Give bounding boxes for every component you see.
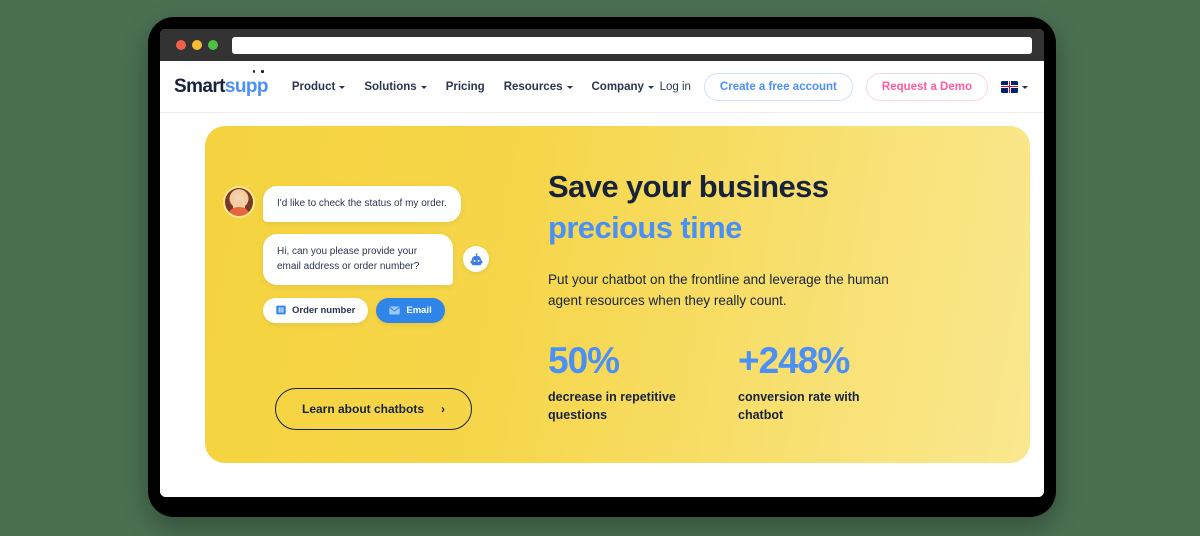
id-card-icon xyxy=(276,305,286,315)
page-title: Save your business precious time xyxy=(548,166,968,248)
header-actions: Log in Create a free account Request a D… xyxy=(660,72,1028,101)
chevron-down-icon xyxy=(339,86,346,89)
logo-text-smart: Smart xyxy=(174,75,225,97)
stat-conversion-rate: +248% conversion rate with chatbot xyxy=(738,342,928,424)
hero-copy: Save your business precious time Put you… xyxy=(548,166,968,425)
envelope-icon xyxy=(389,306,401,314)
learn-about-chatbots-button[interactable]: Learn about chatbots › xyxy=(275,388,473,430)
robot-icon xyxy=(470,252,482,265)
quick-reply-chips: Order number Email xyxy=(263,297,545,323)
chat-bubble-user: I'd like to check the status of my order… xyxy=(263,186,461,222)
chevron-right-icon: › xyxy=(441,402,446,416)
nav-item-resources[interactable]: Resources xyxy=(504,81,573,93)
minimize-window-button[interactable] xyxy=(192,40,202,50)
nav-item-company-label: Company xyxy=(591,80,644,93)
login-link[interactable]: Log in xyxy=(660,81,691,93)
stat-decrease-repetitive-questions: 50% decrease in repetitive questions xyxy=(548,342,738,424)
chevron-down-icon xyxy=(647,86,654,89)
language-selector[interactable] xyxy=(1001,80,1028,93)
chip-email-label: Email xyxy=(406,304,432,316)
maximize-window-button[interactable] xyxy=(208,40,218,50)
hero-subheadline: Put your chatbot on the frontline and le… xyxy=(548,272,889,309)
stat-value: +248% xyxy=(738,340,850,382)
request-demo-button[interactable]: Request a Demo xyxy=(865,72,988,101)
headline-line-2: precious time xyxy=(548,210,742,246)
chevron-down-icon xyxy=(420,86,427,89)
nav-item-product-label: Product xyxy=(291,80,336,93)
create-free-account-button[interactable]: Create a free account xyxy=(703,72,853,101)
nav-item-solutions[interactable]: Solutions xyxy=(364,80,427,93)
avatar xyxy=(225,188,253,216)
nav-item-company[interactable]: Company xyxy=(592,81,654,93)
cta-label: Learn about chatbots xyxy=(302,402,425,416)
close-window-button[interactable] xyxy=(176,40,186,50)
chip-email[interactable]: Email xyxy=(376,297,445,323)
nav-item-pricing-label: Pricing xyxy=(445,80,485,93)
chat-illustration: I'd like to check the status of my order… xyxy=(225,186,545,323)
nav-item-solutions-label: Solutions xyxy=(364,80,417,93)
logo-text-supp: supp xyxy=(224,70,268,97)
chat-message-bot-row: Hi, can you please provide your email ad… xyxy=(263,233,545,285)
nav-item-resources-label: Resources xyxy=(503,80,563,93)
stat-value: 50% xyxy=(548,340,620,382)
smartsupp-logo[interactable]: Smart supp xyxy=(174,70,268,98)
headline-line-1: Save your business xyxy=(548,169,829,204)
address-bar-input[interactable] xyxy=(232,36,1032,54)
hero-stats: 50% decrease in repetitive questions +24… xyxy=(548,342,968,424)
traffic-lights xyxy=(176,40,218,50)
bot-avatar xyxy=(463,246,489,272)
chat-message-user-row: I'd like to check the status of my order… xyxy=(225,186,545,222)
browser-chrome xyxy=(160,29,1044,61)
site-header: Smart supp Product Solutions Pricing Reso… xyxy=(160,61,1044,113)
uk-flag-icon xyxy=(1001,80,1018,93)
chip-order-number[interactable]: Order number xyxy=(263,297,369,323)
stat-label: decrease in repetitive questions xyxy=(548,390,676,423)
hero-card: I'd like to check the status of my order… xyxy=(205,126,1030,463)
nav-item-product[interactable]: Product xyxy=(291,80,346,93)
chip-order-number-label: Order number xyxy=(292,304,356,316)
browser-window: Smart supp Product Solutions Pricing Reso… xyxy=(160,29,1044,497)
chevron-down-icon xyxy=(1022,86,1028,89)
page-body: I'd like to check the status of my order… xyxy=(160,113,1044,497)
chevron-down-icon xyxy=(566,86,573,89)
nav-item-pricing[interactable]: Pricing xyxy=(446,81,485,93)
stat-label: conversion rate with chatbot xyxy=(738,390,860,423)
chat-bubble-bot: Hi, can you please provide your email ad… xyxy=(263,233,453,285)
main-nav: Product Solutions Pricing Resources Comp… xyxy=(292,81,654,93)
